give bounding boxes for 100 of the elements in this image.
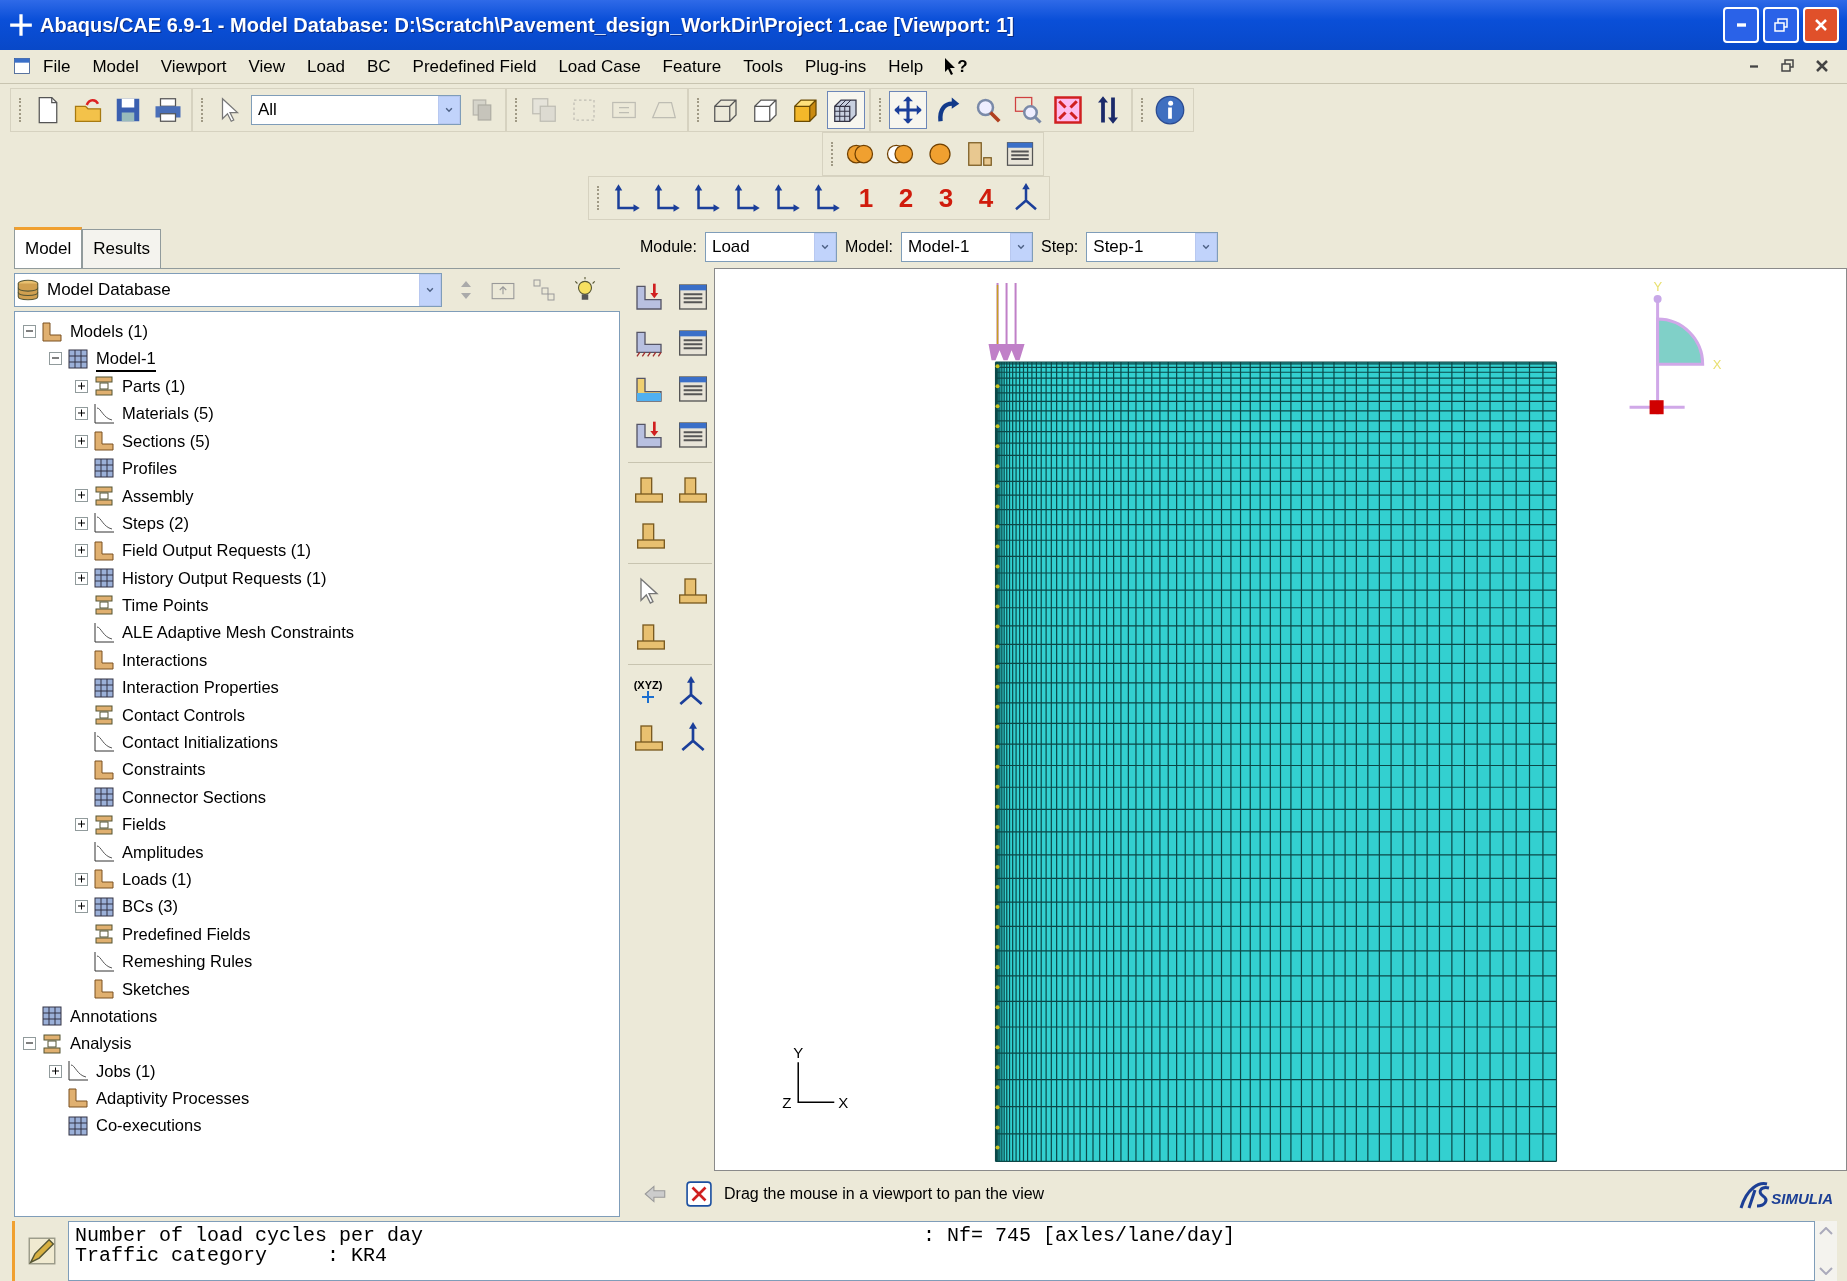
tree-item[interactable]: BCs (3) (122, 894, 178, 920)
expand-toggle[interactable] (75, 900, 88, 914)
whats-this-button[interactable]: ? (934, 53, 979, 80)
menu-item[interactable]: Predefined Field (401, 53, 548, 80)
graph-icon (92, 949, 116, 974)
menu-item[interactable]: BC (355, 53, 402, 80)
toolbar-button[interactable] (827, 90, 865, 129)
stack-icon (92, 483, 116, 508)
plus-icon (76, 435, 87, 447)
tree-item[interactable]: Steps (2) (122, 510, 189, 536)
part-icon (40, 319, 64, 344)
viewport-button[interactable]: 2 (887, 178, 925, 217)
cross-icon (8, 11, 34, 38)
viewport-button[interactable]: 3 (927, 178, 965, 217)
scroll-up-icon (1819, 1227, 1833, 1236)
tree-item[interactable]: History Output Requests (1) (122, 565, 327, 591)
menu-item[interactable]: Tools (732, 53, 794, 80)
axis-label: Z (782, 1094, 792, 1112)
expand-toggle[interactable] (75, 434, 88, 448)
menu-item[interactable]: Load Case (547, 53, 652, 80)
plus-icon (76, 380, 87, 392)
expand-toggle[interactable] (75, 516, 88, 530)
tree-structure-icon (532, 277, 556, 302)
tree-item[interactable]: Interactions (122, 647, 208, 673)
tree-item[interactable]: Co-executions (96, 1113, 202, 1139)
selection-filter-dropdown[interactable]: All (251, 94, 461, 125)
grid-icon (92, 566, 116, 591)
toolbar-button[interactable] (889, 90, 927, 129)
expand-toggle[interactable] (75, 571, 88, 585)
menu-item[interactable]: Load (296, 53, 356, 80)
stack-icon (92, 593, 116, 618)
tree-item[interactable]: Jobs (1) (96, 1058, 156, 1084)
menu-item[interactable]: Help (877, 53, 935, 80)
tree-item[interactable]: Time Points (122, 593, 209, 618)
tree-item[interactable]: Contact Controls (122, 702, 245, 728)
panel-tab[interactable]: Model (14, 227, 83, 268)
menu-item[interactable]: View (237, 53, 297, 80)
menu-item[interactable]: Plug-ins (793, 53, 878, 80)
message-line: Traffic category : KR4 (75, 1246, 388, 1267)
menu-item[interactable]: File (32, 53, 82, 80)
collapse-toggle[interactable] (23, 1037, 36, 1051)
context-dropdown[interactable]: Model-1 (900, 231, 1033, 262)
graph-icon (92, 401, 116, 426)
tree-item[interactable]: Interaction Properties (122, 675, 279, 700)
scrollbar[interactable] (1815, 1221, 1837, 1281)
viewport-button[interactable]: 4 (967, 178, 1005, 217)
expand-toggle[interactable] (75, 544, 88, 558)
menu-item[interactable]: Feature (651, 53, 733, 80)
context-dropdown[interactable]: Load (704, 231, 837, 262)
tree-item[interactable]: Parts (1) (122, 373, 186, 399)
graph-icon (92, 511, 116, 536)
axis-label: Y (793, 1044, 804, 1062)
plus-icon (76, 819, 87, 831)
tree-item[interactable]: Models (1) (70, 319, 148, 344)
expand-toggle[interactable] (75, 489, 88, 503)
close-button[interactable] (1803, 6, 1839, 43)
viewport[interactable]: Y X Y Z X (714, 267, 1847, 1172)
collapse-toggle[interactable] (23, 325, 36, 339)
tree-item[interactable]: Analysis (70, 1031, 132, 1057)
expand-toggle[interactable] (75, 872, 88, 886)
tree-item[interactable]: Model-1 (96, 345, 156, 373)
restore-button[interactable] (1763, 6, 1799, 43)
stack-icon (92, 812, 116, 837)
tree-item[interactable]: Assembly (122, 483, 194, 509)
tree-item[interactable]: Connector Sections (122, 784, 266, 810)
tree-item[interactable]: Profiles (122, 456, 178, 481)
panel-tab[interactable]: Results (82, 229, 161, 268)
expand-toggle[interactable] (75, 407, 88, 421)
tree-item[interactable]: Fields (122, 812, 166, 837)
part-icon (92, 976, 116, 1001)
grid-icon (92, 675, 116, 700)
plus-icon (76, 873, 87, 885)
tree-item[interactable]: Sections (5) (122, 428, 211, 454)
menu-item[interactable]: Viewport (149, 53, 238, 80)
window-icon (12, 56, 32, 77)
minimize-button[interactable] (1723, 6, 1759, 43)
expand-toggle[interactable] (49, 1064, 62, 1078)
box-magnifier-icon (1013, 94, 1043, 125)
menu-item[interactable]: Model (81, 53, 150, 80)
tree-item[interactable]: Materials (5) (122, 401, 214, 427)
expand-toggle[interactable] (75, 379, 88, 393)
tree-item[interactable]: ALE Adaptive Mesh Constraints (122, 620, 355, 646)
tree-item[interactable]: Sketches (122, 976, 190, 1002)
tree-item[interactable]: Amplitudes (122, 839, 204, 865)
tree-source-dropdown[interactable]: Model Database (14, 272, 442, 307)
tree-item[interactable]: Field Output Requests (1) (122, 538, 311, 564)
context-dropdown[interactable]: Step-1 (1086, 231, 1219, 262)
datum-point-button[interactable]: (XYZ) (632, 672, 664, 711)
tree-item[interactable]: Adaptivity Processes (96, 1086, 250, 1111)
collapse-toggle[interactable] (49, 352, 62, 366)
graph-icon (66, 1059, 90, 1084)
viewport-button[interactable]: 1 (847, 178, 885, 217)
close-icon (1814, 17, 1828, 32)
tree-item[interactable]: Predefined Fields (122, 921, 251, 947)
tree-item[interactable]: Remeshing Rules (122, 949, 253, 974)
tree-item[interactable]: Contact Initializations (122, 730, 278, 755)
tree-item[interactable]: Constraints (122, 757, 206, 783)
tree-item[interactable]: Annotations (70, 1003, 158, 1029)
tree-item[interactable]: Loads (1) (122, 866, 192, 892)
expand-toggle[interactable] (75, 818, 88, 832)
